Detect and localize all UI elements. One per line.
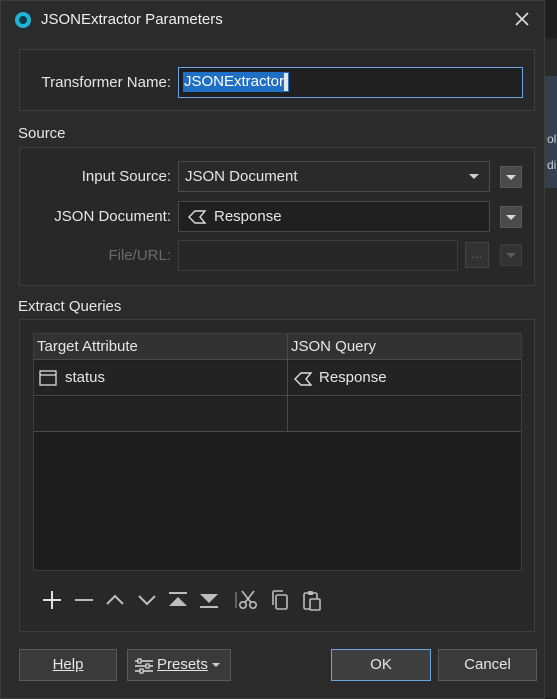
file-url-menu-button[interactable]: [500, 244, 522, 266]
background-panel: ole di: [545, 76, 557, 188]
sliders-icon: [135, 658, 153, 674]
window-title: JSONExtractor Parameters: [41, 11, 223, 28]
move-down-icon[interactable]: [136, 589, 158, 611]
transformer-name-label: Transformer Name:: [41, 74, 171, 91]
move-top-icon[interactable]: [167, 589, 189, 611]
input-source-label: Input Source:: [81, 168, 171, 185]
target-attribute-cell[interactable]: status: [65, 369, 105, 386]
triangle-down-icon: [506, 253, 516, 258]
browse-button[interactable]: ...: [465, 242, 489, 268]
input-source-menu-button[interactable]: [500, 166, 522, 188]
help-button[interactable]: Help: [19, 649, 117, 681]
title-bar: JSONExtractor Parameters: [1, 1, 544, 38]
file-url-input[interactable]: [178, 240, 458, 271]
presets-button[interactable]: Presets: [127, 649, 231, 681]
remove-icon[interactable]: [73, 589, 95, 611]
move-bottom-icon[interactable]: [198, 589, 220, 611]
attribute-box-icon: [39, 370, 57, 386]
file-url-label: File/URL:: [108, 247, 171, 264]
copy-icon[interactable]: [269, 589, 291, 611]
cut-icon[interactable]: [237, 589, 259, 611]
text-caret: [284, 73, 289, 91]
transformer-name-value: JSONExtractor: [183, 72, 290, 92]
chevron-down-icon: [212, 663, 220, 667]
extract-queries-title: Extract Queries: [18, 298, 122, 315]
input-source-select[interactable]: JSON Document: [178, 161, 490, 192]
column-header-target-attribute[interactable]: Target Attribute: [37, 338, 138, 355]
parameters-dialog: JSONExtractor Parameters Transformer Nam…: [0, 0, 545, 699]
json-document-label: JSON Document:: [54, 208, 171, 225]
cancel-button[interactable]: Cancel: [438, 649, 537, 681]
ok-button[interactable]: OK: [331, 649, 431, 681]
input-source-value: JSON Document: [185, 168, 298, 185]
toolbar-separator: [225, 589, 237, 611]
json-query-cell[interactable]: Response: [319, 369, 387, 386]
table-row[interactable]: status Response: [34, 361, 521, 396]
table-header: Target Attribute JSON Query: [34, 334, 521, 360]
attribute-tag-icon: [294, 372, 313, 386]
triangle-down-icon: [506, 215, 516, 220]
extract-queries-table: Target Attribute JSON Query status Respo…: [33, 333, 522, 571]
source-section-title: Source: [18, 125, 66, 142]
json-document-input[interactable]: Response: [178, 201, 490, 232]
chevron-down-icon: [469, 174, 479, 179]
move-up-icon[interactable]: [104, 589, 126, 611]
help-button-label: Help: [52, 656, 84, 673]
add-icon[interactable]: [41, 589, 63, 611]
attribute-tag-icon: [188, 210, 207, 224]
app-logo-icon: [15, 11, 31, 28]
json-document-value: Response: [214, 208, 282, 225]
json-document-menu-button[interactable]: [500, 206, 522, 228]
presets-button-label: Presets: [157, 656, 208, 673]
transformer-name-input[interactable]: JSONExtractor: [178, 67, 523, 98]
triangle-down-icon: [506, 175, 516, 180]
column-divider: [287, 334, 288, 432]
table-row-empty[interactable]: [34, 397, 521, 432]
close-icon[interactable]: [512, 9, 532, 29]
paste-icon[interactable]: [301, 589, 323, 611]
column-header-json-query[interactable]: JSON Query: [291, 338, 376, 355]
